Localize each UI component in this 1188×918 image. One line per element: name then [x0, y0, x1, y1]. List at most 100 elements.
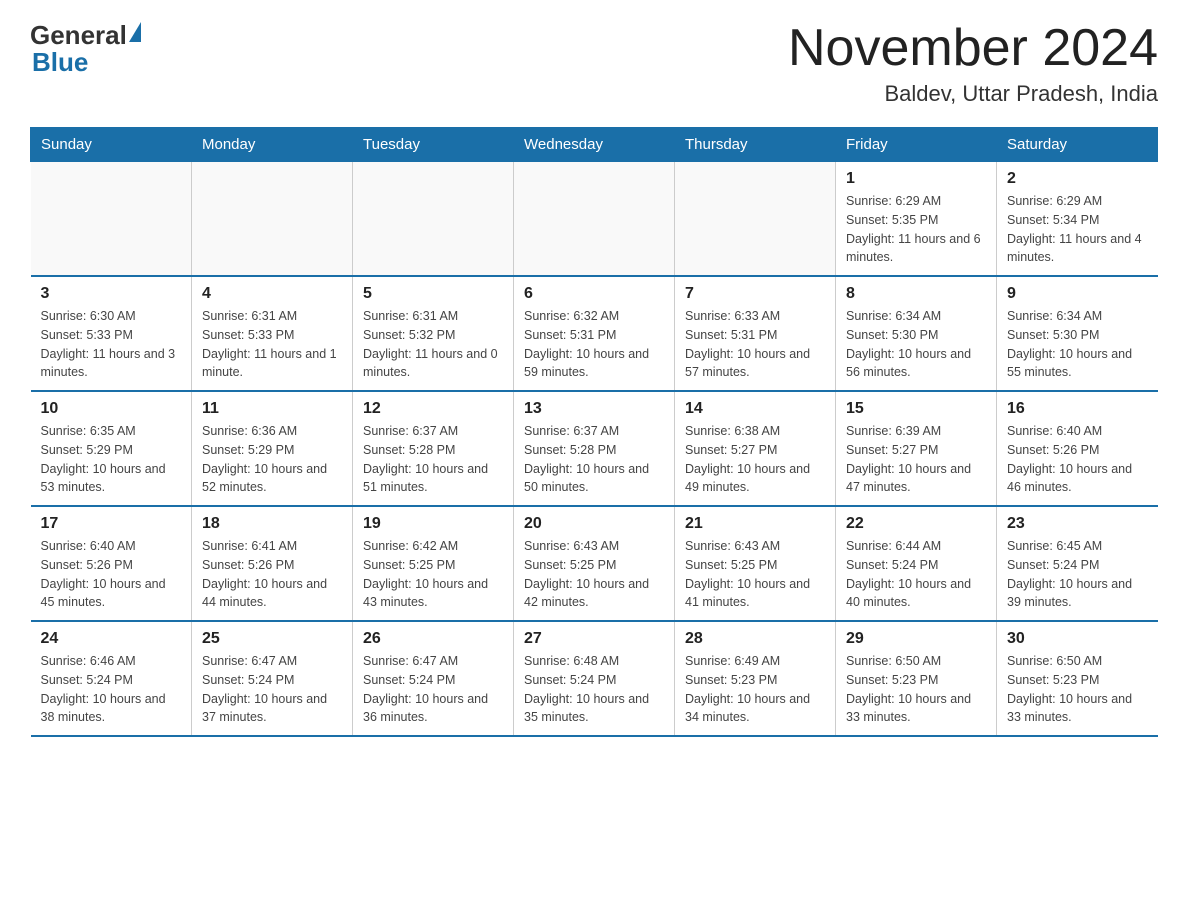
day-number: 6: [524, 285, 664, 303]
day-number: 23: [1007, 515, 1148, 533]
day-info: Sunrise: 6:50 AM Sunset: 5:23 PM Dayligh…: [1007, 652, 1148, 727]
calendar-cell: [31, 162, 192, 277]
day-info: Sunrise: 6:30 AM Sunset: 5:33 PM Dayligh…: [41, 307, 182, 382]
calendar-cell: 8 Sunrise: 6:34 AM Sunset: 5:30 PM Daylig…: [836, 276, 997, 391]
calendar-cell: 16 Sunrise: 6:40 AM Sunset: 5:26 PM Dayli…: [997, 391, 1158, 506]
day-info: Sunrise: 6:40 AM Sunset: 5:26 PM Dayligh…: [1007, 422, 1148, 497]
calendar-cell: 12 Sunrise: 6:37 AM Sunset: 5:28 PM Dayli…: [353, 391, 514, 506]
weekday-header-tuesday: Tuesday: [353, 128, 514, 162]
day-number: 24: [41, 630, 182, 648]
calendar-week-row: 10 Sunrise: 6:35 AM Sunset: 5:29 PM Dayli…: [31, 391, 1158, 506]
title-block: November 2024 Baldev, Uttar Pradesh, Ind…: [788, 20, 1158, 107]
weekday-header-wednesday: Wednesday: [514, 128, 675, 162]
weekday-header-friday: Friday: [836, 128, 997, 162]
day-info: Sunrise: 6:35 AM Sunset: 5:29 PM Dayligh…: [41, 422, 182, 497]
page-header: General Blue November 2024 Baldev, Uttar…: [30, 20, 1158, 107]
day-number: 4: [202, 285, 342, 303]
day-number: 21: [685, 515, 825, 533]
calendar-cell: 19 Sunrise: 6:42 AM Sunset: 5:25 PM Dayli…: [353, 506, 514, 621]
calendar-cell: 5Sunrise: 6:31 AM Sunset: 5:32 PM Daylig…: [353, 276, 514, 391]
day-info: Sunrise: 6:47 AM Sunset: 5:24 PM Dayligh…: [363, 652, 503, 727]
calendar-cell: [514, 162, 675, 277]
calendar-week-row: 1 Sunrise: 6:29 AM Sunset: 5:35 PM Daylig…: [31, 162, 1158, 277]
day-info: Sunrise: 6:37 AM Sunset: 5:28 PM Dayligh…: [524, 422, 664, 497]
weekday-header-saturday: Saturday: [997, 128, 1158, 162]
day-number: 14: [685, 400, 825, 418]
day-info: Sunrise: 6:44 AM Sunset: 5:24 PM Dayligh…: [846, 537, 986, 612]
calendar-cell: [192, 162, 353, 277]
day-number: 2: [1007, 170, 1148, 188]
day-number: 28: [685, 630, 825, 648]
day-info: Sunrise: 6:34 AM Sunset: 5:30 PM Dayligh…: [1007, 307, 1148, 382]
day-info: Sunrise: 6:37 AM Sunset: 5:28 PM Dayligh…: [363, 422, 503, 497]
location-subtitle: Baldev, Uttar Pradesh, India: [788, 81, 1158, 107]
calendar-cell: 21 Sunrise: 6:43 AM Sunset: 5:25 PM Dayli…: [675, 506, 836, 621]
calendar-week-row: 17 Sunrise: 6:40 AM Sunset: 5:26 PM Dayli…: [31, 506, 1158, 621]
calendar-cell: 23Sunrise: 6:45 AM Sunset: 5:24 PM Dayli…: [997, 506, 1158, 621]
calendar-cell: 22 Sunrise: 6:44 AM Sunset: 5:24 PM Dayli…: [836, 506, 997, 621]
calendar-cell: 9Sunrise: 6:34 AM Sunset: 5:30 PM Daylig…: [997, 276, 1158, 391]
day-info: Sunrise: 6:29 AM Sunset: 5:34 PM Dayligh…: [1007, 192, 1148, 267]
calendar-table: SundayMondayTuesdayWednesdayThursdayFrid…: [30, 127, 1158, 737]
calendar-cell: 20 Sunrise: 6:43 AM Sunset: 5:25 PM Dayli…: [514, 506, 675, 621]
calendar-cell: 1 Sunrise: 6:29 AM Sunset: 5:35 PM Daylig…: [836, 162, 997, 277]
day-number: 22: [846, 515, 986, 533]
logo: General Blue: [30, 20, 141, 78]
day-number: 19: [363, 515, 503, 533]
day-number: 5: [363, 285, 503, 303]
calendar-cell: 18 Sunrise: 6:41 AM Sunset: 5:26 PM Dayli…: [192, 506, 353, 621]
day-info: Sunrise: 6:34 AM Sunset: 5:30 PM Dayligh…: [846, 307, 986, 382]
day-info: Sunrise: 6:31 AM Sunset: 5:33 PM Dayligh…: [202, 307, 342, 382]
day-number: 25: [202, 630, 342, 648]
calendar-cell: 28Sunrise: 6:49 AM Sunset: 5:23 PM Dayli…: [675, 621, 836, 736]
day-info: Sunrise: 6:47 AM Sunset: 5:24 PM Dayligh…: [202, 652, 342, 727]
day-number: 29: [846, 630, 986, 648]
calendar-cell: [675, 162, 836, 277]
day-info: Sunrise: 6:46 AM Sunset: 5:24 PM Dayligh…: [41, 652, 182, 727]
day-info: Sunrise: 6:33 AM Sunset: 5:31 PM Dayligh…: [685, 307, 825, 382]
day-number: 13: [524, 400, 664, 418]
calendar-cell: 25 Sunrise: 6:47 AM Sunset: 5:24 PM Dayli…: [192, 621, 353, 736]
month-title: November 2024: [788, 20, 1158, 77]
day-info: Sunrise: 6:43 AM Sunset: 5:25 PM Dayligh…: [524, 537, 664, 612]
day-number: 18: [202, 515, 342, 533]
calendar-cell: 3 Sunrise: 6:30 AM Sunset: 5:33 PM Daylig…: [31, 276, 192, 391]
calendar-cell: 4 Sunrise: 6:31 AM Sunset: 5:33 PM Daylig…: [192, 276, 353, 391]
day-number: 16: [1007, 400, 1148, 418]
calendar-cell: 11 Sunrise: 6:36 AM Sunset: 5:29 PM Dayli…: [192, 391, 353, 506]
day-number: 3: [41, 285, 182, 303]
calendar-cell: 30 Sunrise: 6:50 AM Sunset: 5:23 PM Dayli…: [997, 621, 1158, 736]
day-info: Sunrise: 6:36 AM Sunset: 5:29 PM Dayligh…: [202, 422, 342, 497]
day-info: Sunrise: 6:48 AM Sunset: 5:24 PM Dayligh…: [524, 652, 664, 727]
calendar-cell: [353, 162, 514, 277]
day-number: 7: [685, 285, 825, 303]
day-info: Sunrise: 6:42 AM Sunset: 5:25 PM Dayligh…: [363, 537, 503, 612]
calendar-cell: 2 Sunrise: 6:29 AM Sunset: 5:34 PM Daylig…: [997, 162, 1158, 277]
day-number: 11: [202, 400, 342, 418]
day-number: 17: [41, 515, 182, 533]
calendar-cell: 27Sunrise: 6:48 AM Sunset: 5:24 PM Dayli…: [514, 621, 675, 736]
day-number: 12: [363, 400, 503, 418]
day-number: 8: [846, 285, 986, 303]
logo-triangle-icon: [129, 22, 141, 42]
logo-blue-text: Blue: [32, 47, 141, 78]
day-number: 1: [846, 170, 986, 188]
calendar-cell: 15Sunrise: 6:39 AM Sunset: 5:27 PM Dayli…: [836, 391, 997, 506]
day-number: 15: [846, 400, 986, 418]
calendar-cell: 17 Sunrise: 6:40 AM Sunset: 5:26 PM Dayli…: [31, 506, 192, 621]
day-number: 26: [363, 630, 503, 648]
day-number: 10: [41, 400, 182, 418]
day-info: Sunrise: 6:50 AM Sunset: 5:23 PM Dayligh…: [846, 652, 986, 727]
day-info: Sunrise: 6:29 AM Sunset: 5:35 PM Dayligh…: [846, 192, 986, 267]
day-info: Sunrise: 6:43 AM Sunset: 5:25 PM Dayligh…: [685, 537, 825, 612]
day-number: 20: [524, 515, 664, 533]
day-info: Sunrise: 6:40 AM Sunset: 5:26 PM Dayligh…: [41, 537, 182, 612]
calendar-cell: 10 Sunrise: 6:35 AM Sunset: 5:29 PM Dayli…: [31, 391, 192, 506]
day-number: 30: [1007, 630, 1148, 648]
day-info: Sunrise: 6:41 AM Sunset: 5:26 PM Dayligh…: [202, 537, 342, 612]
calendar-cell: 6Sunrise: 6:32 AM Sunset: 5:31 PM Daylig…: [514, 276, 675, 391]
calendar-cell: 13 Sunrise: 6:37 AM Sunset: 5:28 PM Dayli…: [514, 391, 675, 506]
weekday-header-thursday: Thursday: [675, 128, 836, 162]
calendar-week-row: 3 Sunrise: 6:30 AM Sunset: 5:33 PM Daylig…: [31, 276, 1158, 391]
calendar-cell: 29 Sunrise: 6:50 AM Sunset: 5:23 PM Dayli…: [836, 621, 997, 736]
